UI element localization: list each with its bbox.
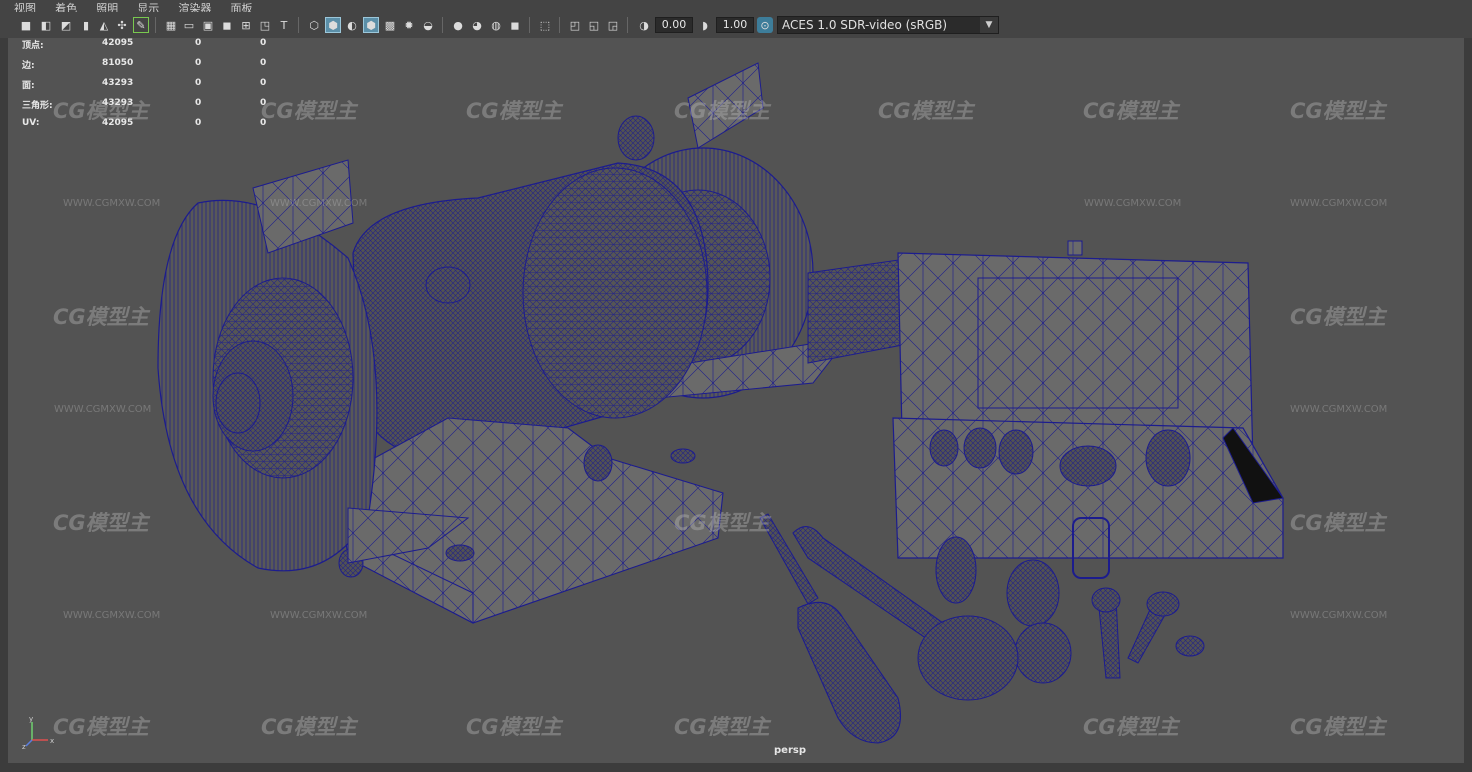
grease-pencil-icon[interactable]: ✎: [133, 17, 149, 33]
viewport-frame-right: [1464, 38, 1472, 772]
watermark-url: WWW.CGMXW.COM: [1290, 404, 1388, 415]
viewport-frame-bottom: [0, 763, 1472, 772]
watermark-logo: CG模型主: [53, 715, 149, 739]
watermark-url: WWW.CGMXW.COM: [270, 198, 368, 209]
3d-viewport[interactable]: CG模型主 CG模型主 CG模型主 CG模型主 CG模型主 CG模型主 CG模型…: [8, 38, 1464, 763]
gamma-icon[interactable]: ◗: [697, 17, 713, 33]
axis-x-label: x: [50, 737, 54, 745]
chevron-down-icon: ▼: [980, 17, 998, 33]
smooth-shade-icon[interactable]: ⬢: [325, 17, 341, 33]
watermark-logo: CG模型主: [466, 99, 562, 123]
2d-pan-zoom-icon[interactable]: ✣: [114, 17, 130, 33]
panel-toolbar: ■ ◧ ◩ ▮ ◭ ✣ ✎ ▦ ▭ ▣ ◼ ⊞ ◳ T ⬡ ⬢ ◐ ⬢ ▩ ✹ …: [0, 12, 1472, 39]
watermark-logo: CG模型主: [1290, 715, 1386, 739]
watermark-logo: CG模型主: [53, 305, 149, 329]
watermark-url: WWW.CGMXW.COM: [1084, 198, 1182, 209]
watermark-logo: CG模型主: [1290, 99, 1386, 123]
default-material-icon[interactable]: ◐: [344, 17, 360, 33]
bookmark-icon[interactable]: ▮: [78, 17, 94, 33]
camera-name-label: persp: [774, 745, 806, 756]
watermark-url: WWW.CGMXW.COM: [1290, 610, 1388, 621]
colorspace-label: ACES 1.0 SDR-video (sRGB): [782, 18, 948, 32]
camera-attributes-icon[interactable]: ◧: [38, 17, 54, 33]
watermark-url: WWW.CGMXW.COM: [63, 198, 161, 209]
menu-show[interactable]: 显示: [137, 3, 159, 12]
xray-joints-icon[interactable]: ◱: [586, 17, 602, 33]
exposure-icon[interactable]: ◑: [636, 17, 652, 33]
watermark-url: WWW.CGMXW.COM: [63, 610, 161, 621]
xray-components-icon[interactable]: ◲: [605, 17, 621, 33]
grinder-front-wheel[interactable]: [157, 199, 378, 578]
watermark-logo: CG模型主: [674, 99, 770, 123]
grinder-rail[interactable]: [807, 257, 914, 364]
colorspace-dropdown[interactable]: ACES 1.0 SDR-video (sRGB) ▼: [777, 16, 999, 34]
axis-z-label: z: [22, 743, 26, 750]
xray-icon[interactable]: ◰: [567, 17, 583, 33]
view-axis-gizmo: y x z: [22, 715, 54, 750]
menu-view[interactable]: 视图: [14, 3, 36, 12]
isolate-select-icon[interactable]: ⬚: [537, 17, 553, 33]
watermark-url: WWW.CGMXW.COM: [270, 610, 368, 621]
gate-mask-icon[interactable]: ◼: [219, 17, 235, 33]
viewport-frame-left: [0, 38, 8, 772]
exposure-field[interactable]: 0.00: [655, 17, 693, 33]
watermark-logo: CG模型主: [878, 99, 974, 123]
menu-lighting[interactable]: 照明: [96, 3, 118, 12]
watermark-url: WWW.CGMXW.COM: [1290, 198, 1388, 209]
menu-panels[interactable]: 面板: [230, 3, 252, 12]
field-chart-icon[interactable]: ⊞: [238, 17, 254, 33]
grinder-motor[interactable]: [352, 162, 709, 459]
grid-icon[interactable]: ▦: [163, 17, 179, 33]
watermark-logo: CG模型主: [53, 511, 149, 535]
watermark-logo: CG模型主: [1290, 305, 1386, 329]
screen-space-ao-icon[interactable]: ●: [450, 17, 466, 33]
image-plane-icon[interactable]: ◭: [96, 17, 112, 33]
watermark-logo: CG模型主: [261, 715, 357, 739]
motion-blur-icon[interactable]: ◕: [469, 17, 485, 33]
menu-renderer[interactable]: 渲染器: [178, 3, 211, 12]
menu-bar: 视图 着色 照明 显示 渲染器 面板: [0, 0, 1472, 12]
resolution-gate-icon[interactable]: ▣: [200, 17, 216, 33]
camera-tools-icon[interactable]: ◩: [58, 17, 74, 33]
toolbox[interactable]: [892, 240, 1284, 579]
socket-extensions[interactable]: [1091, 587, 1180, 679]
watermark-logo: CG模型主: [261, 99, 357, 123]
multisample-aa-icon[interactable]: ◍: [488, 17, 504, 33]
menu-shading[interactable]: 着色: [55, 3, 77, 12]
safe-title-icon[interactable]: T: [276, 17, 292, 33]
textured-icon[interactable]: ▩: [382, 17, 398, 33]
depth-of-field-icon[interactable]: ◼: [507, 17, 523, 33]
axis-y-label: y: [29, 715, 33, 723]
color-management-icon[interactable]: ⊙: [757, 17, 773, 33]
watermark-logo: CG模型主: [1290, 511, 1386, 535]
safe-action-icon[interactable]: ◳: [257, 17, 273, 33]
film-gate-icon[interactable]: ▭: [181, 17, 197, 33]
watermark-logo: CG模型主: [53, 99, 149, 123]
wireframe-on-shaded-icon[interactable]: ⬢: [363, 17, 379, 33]
camera-select-icon[interactable]: ■: [18, 17, 34, 33]
gamma-field[interactable]: 1.00: [716, 17, 754, 33]
wireframe-icon[interactable]: ⬡: [306, 17, 322, 33]
shadows-icon[interactable]: ◒: [420, 17, 436, 33]
watermark-logo: CG模型主: [1083, 715, 1179, 739]
watermark-logo: CG模型主: [466, 715, 562, 739]
wireframe-scene[interactable]: [8, 38, 1464, 763]
watermark-logo: CG模型主: [674, 715, 770, 739]
use-all-lights-icon[interactable]: ✹: [401, 17, 417, 33]
watermark-logo: CG模型主: [674, 511, 770, 535]
watermark-logo: CG模型主: [1083, 99, 1179, 123]
watermark-url: WWW.CGMXW.COM: [54, 404, 152, 415]
